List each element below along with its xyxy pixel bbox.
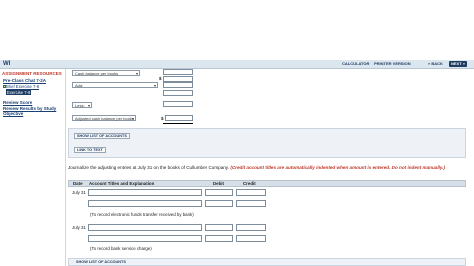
cash-balance-select[interactable]: Cash balance per books ▾ bbox=[72, 70, 140, 76]
account-input[interactable] bbox=[88, 200, 202, 207]
debit-header: Debit bbox=[213, 181, 224, 186]
sidebar-chapter-link[interactable]: Pre-Class Chat 7-2A bbox=[3, 78, 46, 83]
chevron-down-icon: ▾ bbox=[131, 116, 134, 121]
chevron-down-icon: ▾ bbox=[135, 71, 138, 76]
toolbar: WI CALCULATOR PRINTER VERSION « BACK NEX… bbox=[0, 60, 474, 69]
next-button[interactable]: NEXT » bbox=[449, 61, 468, 67]
debit-input[interactable] bbox=[205, 224, 233, 231]
chevron-down-icon: ▾ bbox=[153, 83, 156, 88]
less-select[interactable]: Less: ▾ bbox=[72, 102, 92, 108]
printer-version-button[interactable]: PRINTER VERSION bbox=[372, 61, 413, 67]
back-button[interactable]: « BACK bbox=[426, 61, 445, 67]
review-results-link-cont[interactable]: Objective bbox=[3, 111, 23, 116]
credit-input[interactable] bbox=[236, 235, 266, 242]
link-to-text-button[interactable]: LINK TO TEXT bbox=[74, 147, 106, 153]
adjusted-balance-select[interactable]: Adjusted cash balance per books ▾ bbox=[72, 115, 136, 121]
double-underline bbox=[163, 123, 193, 124]
app-logo: WI bbox=[3, 61, 11, 67]
subtotal-input[interactable] bbox=[163, 90, 193, 96]
chevron-down-icon: ▾ bbox=[87, 103, 90, 108]
account-input[interactable] bbox=[88, 235, 202, 242]
reconciliation-area: Cash balance per books ▾ $ Add: ▾ Less: … bbox=[68, 69, 466, 126]
account-input[interactable] bbox=[88, 189, 202, 196]
credit-input[interactable] bbox=[236, 224, 266, 231]
debit-input[interactable] bbox=[205, 189, 233, 196]
add-amount-input[interactable] bbox=[163, 82, 193, 88]
instructions: Journalize the adjusting entries at July… bbox=[68, 165, 446, 170]
credit-header: Credit bbox=[243, 181, 256, 186]
cash-balance-input[interactable] bbox=[163, 69, 193, 75]
credit-input[interactable] bbox=[236, 189, 266, 196]
bottom-accounts-panel: SHOW LIST OF ACCOUNTS bbox=[68, 258, 466, 266]
sidebar-item-brief-exercise[interactable]: Brief Exercise 7-8 bbox=[6, 84, 39, 89]
account-header: Account Titles and Explanation bbox=[89, 181, 155, 186]
account-input[interactable] bbox=[88, 224, 202, 231]
adjusted-balance-input[interactable] bbox=[165, 115, 193, 121]
show-list-of-accounts-button-2[interactable]: SHOW LIST OF ACCOUNTS bbox=[74, 260, 128, 265]
journal-header: Date Account Titles and Explanation Debi… bbox=[68, 180, 466, 187]
dollar-sign: $ bbox=[161, 116, 164, 121]
sidebar: ASSIGNMENT RESOURCES Pre-Class Chat 7-2A… bbox=[0, 69, 66, 266]
dollar-sign: $ bbox=[159, 76, 162, 81]
credit-input[interactable] bbox=[236, 200, 266, 207]
debit-input[interactable] bbox=[205, 200, 233, 207]
debit-input[interactable] bbox=[205, 235, 233, 242]
blank-header-area bbox=[0, 0, 474, 60]
main-content: Cash balance per books ▾ $ Add: ▾ Less: … bbox=[68, 69, 468, 266]
review-score-link[interactable]: Review Score bbox=[3, 100, 32, 105]
accounts-panel: SHOW LIST OF ACCOUNTS LINK TO TEXT bbox=[68, 128, 466, 158]
entry-date: July 31 bbox=[72, 190, 86, 195]
add-select[interactable]: Add: ▾ bbox=[72, 82, 158, 88]
sidebar-item-exercise[interactable]: Exercise 7-9 bbox=[6, 90, 32, 95]
sidebar-header: ASSIGNMENT RESOURCES bbox=[2, 71, 62, 76]
date-header: Date bbox=[73, 181, 83, 186]
entry-note: (To record electronic funds transfer rec… bbox=[90, 212, 194, 217]
entry-note: (To record bank service charge) bbox=[90, 246, 152, 251]
entry-date: July 31 bbox=[72, 225, 86, 230]
calculator-button[interactable]: CALCULATOR bbox=[340, 61, 371, 67]
show-list-of-accounts-button[interactable]: SHOW LIST OF ACCOUNTS bbox=[74, 133, 130, 139]
less-amount-input[interactable] bbox=[163, 101, 193, 107]
